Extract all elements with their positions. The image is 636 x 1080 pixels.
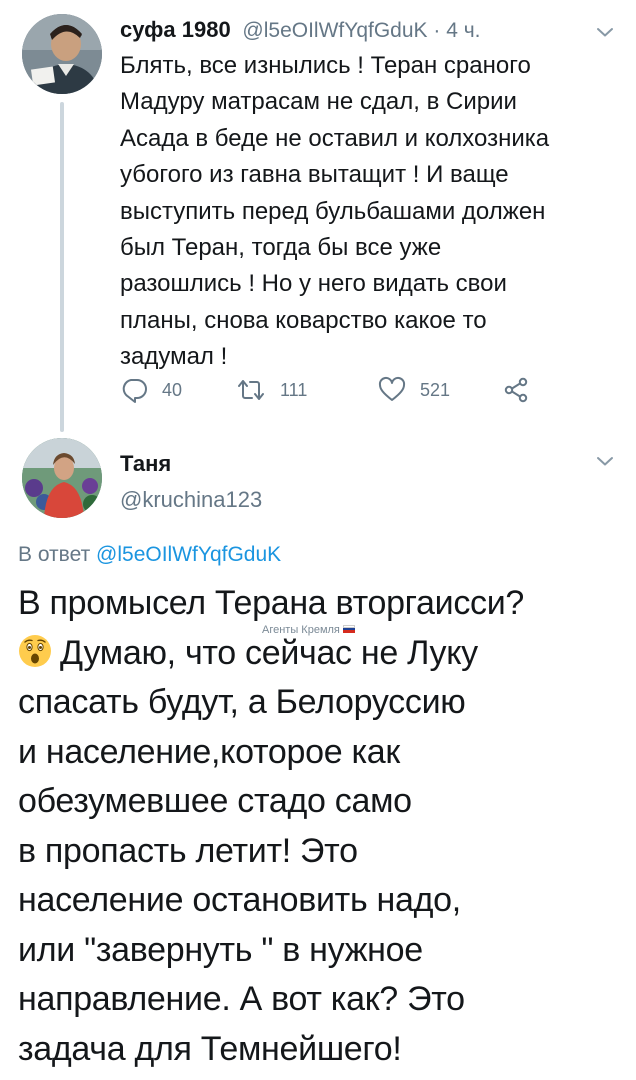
tweet-text-line: направление. А вот как? Это	[18, 980, 465, 1018]
reply-prefix: В ответ	[18, 543, 97, 566]
tweet-text-line: задача для Темнейшего!	[18, 1029, 402, 1068]
retweet-button[interactable]: 111	[236, 372, 307, 408]
retweet-count: 111	[280, 379, 308, 400]
tweet-2-text: В промысел Терана вторгаисси? Думаю, что…	[18, 579, 618, 1074]
reply-button[interactable]: 40	[120, 372, 182, 408]
watermark-text: Агенты Кремля	[262, 624, 340, 636]
thread-connector-line	[60, 102, 64, 432]
display-name[interactable]: суфа 1980	[120, 17, 231, 42]
watermark: Агенты Кремля	[262, 623, 355, 637]
tweet-text-line: в пропасть летит! Это	[18, 831, 358, 870]
russian-flag-icon	[342, 625, 355, 633]
display-name[interactable]: Таня	[120, 449, 171, 479]
meta-separator: ·	[427, 19, 447, 42]
reply-icon	[122, 379, 147, 403]
avatar[interactable]	[22, 14, 102, 94]
like-button[interactable]: 521	[378, 372, 450, 408]
tweet-1: суфа 1980 @l5eOIlWfYqfGduK · 4 ч. Блять,…	[0, 0, 636, 432]
avatar-photo-icon	[22, 14, 102, 94]
tweet-text-line: В промысел Терана вторгаисси?	[18, 584, 525, 622]
share-button[interactable]	[502, 372, 530, 408]
tweet-actions-bar: 40 111 521	[120, 372, 600, 408]
user-handle[interactable]: @l5eOIlWfYqfGduK	[242, 19, 427, 42]
chevron-down-icon[interactable]	[596, 455, 614, 467]
tweet-text-segment: Думаю, что сейчас не Луку	[60, 633, 478, 672]
astonished-face-icon	[19, 634, 51, 667]
share-icon	[504, 377, 528, 403]
avatar-photo-icon	[22, 438, 102, 518]
retweet-icon	[238, 380, 264, 400]
tweet-timestamp[interactable]: 4 ч.	[446, 19, 480, 42]
reply-count: 40	[162, 379, 183, 400]
avatar[interactable]	[22, 438, 102, 518]
tweet-1-header: суфа 1980 @l5eOIlWfYqfGduK · 4 ч.	[120, 13, 590, 47]
user-handle[interactable]: @kruchina123	[120, 485, 262, 515]
tweet-text-line: обезумевшее стадо само	[18, 782, 412, 820]
tweet-text-line: спасать будут, а Белоруссию	[18, 683, 466, 721]
like-count: 521	[420, 379, 451, 400]
tweet-text-line: и население,которое как	[18, 732, 400, 771]
replying-to-label: В ответ @l5eOIlWfYqfGduK	[18, 540, 281, 570]
tweet-text-line: или "завернуть " в нужное	[18, 930, 423, 969]
chevron-down-icon[interactable]	[596, 26, 614, 38]
tweet-1-text: Блять, все изнылись ! Теран сраного Маду…	[120, 52, 550, 371]
tweet-text-line: население остановить надо,	[18, 881, 461, 919]
reply-mention-link[interactable]: @l5eOIlWfYqfGduK	[96, 543, 281, 566]
heart-icon	[378, 376, 406, 401]
